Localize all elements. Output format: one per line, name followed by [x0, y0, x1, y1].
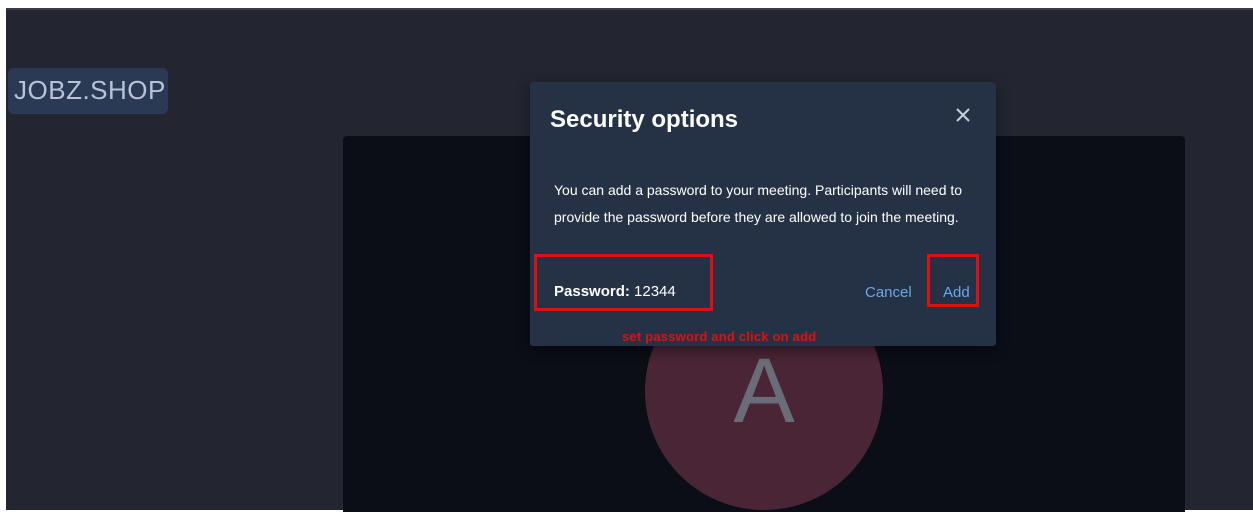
close-button[interactable] [950, 102, 976, 128]
annotation-text: set password and click on add [622, 329, 817, 344]
watermark-logo: JOBZ.SHOP [8, 68, 168, 114]
dialog-title: Security options [550, 106, 739, 133]
add-highlight-box [927, 254, 979, 307]
close-icon [956, 108, 970, 122]
password-highlight-box [534, 254, 713, 311]
dialog-description: You can add a password to your meeting. … [554, 182, 963, 225]
cancel-button[interactable]: Cancel [865, 284, 912, 301]
